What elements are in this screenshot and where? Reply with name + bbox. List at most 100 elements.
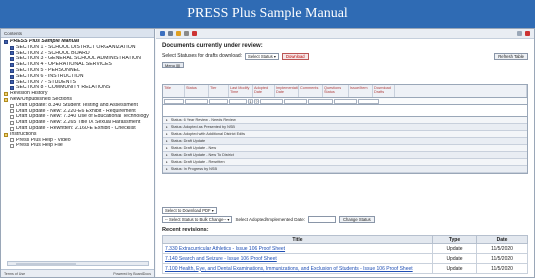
status-group-label: Status: In Progress by NSB — [170, 166, 217, 171]
review-heading: Documents currently under review: — [162, 43, 263, 49]
filter-input[interactable] — [358, 99, 379, 104]
filter-input[interactable] — [185, 99, 208, 104]
filter-input[interactable] — [334, 99, 357, 104]
print-icon[interactable] — [168, 31, 173, 36]
logout-icon[interactable] — [525, 31, 530, 36]
revision-title-link[interactable]: 7.330 Extracurricular Athletics - Issue … — [162, 243, 433, 254]
contents-panel-header: Contents — [1, 29, 154, 38]
adopted-date-input[interactable] — [308, 216, 337, 223]
section-icon — [10, 57, 14, 62]
grid-column-header[interactable] — [395, 85, 527, 97]
home-icon[interactable] — [160, 31, 165, 36]
status-select[interactable]: Select Status ▾ — [245, 52, 279, 60]
help-icon[interactable]: ? — [254, 99, 259, 104]
tree-item[interactable]: Press Plus Help File — [1, 143, 154, 149]
status-select-value: Select Status — [248, 53, 273, 59]
table-row: 7.330 Extracurricular Athletics - Issue … — [162, 243, 528, 254]
expand-icon[interactable]: ▸ — [166, 124, 168, 131]
expand-icon[interactable]: ▸ — [166, 138, 168, 145]
status-group-label: Status: Adopted with Additional District… — [170, 131, 246, 136]
section-icon — [10, 45, 14, 50]
review-grid: Title Status Tier Last Modify Time Adopted D… — [162, 84, 528, 174]
recent-revisions-heading: Recent revisions: — [162, 227, 209, 233]
download-pdf-select[interactable]: Select to Download PDF ▾ — [162, 207, 217, 214]
status-group-label: Status: 6 Year Review - Needs Review — [170, 117, 236, 122]
document-icon — [10, 115, 14, 120]
change-status-button[interactable]: Change Status — [339, 216, 375, 223]
grid-filter-row: 1 ? — [163, 98, 527, 105]
section-icon — [10, 63, 14, 68]
filter-input[interactable] — [284, 99, 307, 104]
contents-horizontal-scrollbar[interactable] — [7, 261, 149, 266]
document-icon — [10, 103, 14, 108]
status-group-row[interactable]: ▸ Status: Draft Update — [163, 138, 527, 145]
expand-icon[interactable]: ▸ — [166, 159, 168, 166]
grid-column-header[interactable]: Adopted Date — [253, 85, 275, 97]
section-icon — [10, 74, 14, 79]
expand-icon[interactable]: ▸ — [166, 166, 168, 173]
section-icon — [10, 51, 14, 56]
document-icon — [10, 109, 14, 114]
status-group-label: Status: Draft Update - New — [170, 145, 217, 150]
app-banner: PRESS Plus Sample Manual — [0, 0, 535, 28]
filter-input[interactable] — [260, 99, 283, 104]
revision-date: 11/5/2020 — [476, 243, 528, 254]
select-statuses-label: Select Statuses for drafts download: — [162, 53, 243, 59]
grid-column-header[interactable]: Status — [185, 85, 209, 97]
grid-column-header[interactable]: Comments — [299, 85, 323, 97]
document-icon — [10, 144, 14, 149]
page-number[interactable]: 1 — [248, 99, 253, 104]
table-row: 7.100 Health, Eye, and Dental Examinatio… — [162, 263, 528, 274]
title-column-header[interactable]: Title — [162, 235, 433, 244]
section-icon — [10, 68, 14, 73]
download-row: Select Statuses for drafts download: Sel… — [162, 52, 528, 60]
bookmark-icon[interactable] — [192, 31, 197, 36]
grid-column-header[interactable]: Last Modify Time — [229, 85, 253, 97]
expand-icon[interactable]: ▸ — [166, 145, 168, 152]
expand-icon[interactable]: ▸ — [166, 131, 168, 138]
section-icon — [10, 86, 14, 91]
grid-column-header[interactable]: Questions Status — [323, 85, 349, 97]
folder-icon — [4, 97, 8, 102]
document-icon — [10, 121, 14, 126]
expand-icon[interactable]: ▸ — [166, 152, 168, 159]
revision-date: 11/5/2020 — [476, 253, 528, 264]
download-pdf-select-value: Select to Download PDF — [165, 208, 211, 213]
date-column-header[interactable]: Date — [476, 235, 528, 244]
grid-column-header[interactable]: Tier — [209, 85, 229, 97]
download-button[interactable]: Download — [282, 52, 309, 60]
search-icon[interactable] — [176, 31, 181, 36]
revision-type: Update — [432, 263, 477, 274]
grid-column-header[interactable]: Implementation Date — [275, 85, 299, 97]
menu-label: Menu — [165, 63, 176, 68]
filter-input[interactable] — [229, 99, 247, 104]
section-icon — [10, 80, 14, 85]
revision-type: Update — [432, 253, 477, 264]
status-group-row[interactable]: ▸ Status: Adopted with Additional Distric… — [163, 131, 527, 138]
expand-icon[interactable]: ▸ — [166, 117, 168, 124]
grid-column-header[interactable]: Download Drafts — [373, 85, 395, 97]
scrollbar-thumb[interactable] — [16, 262, 76, 266]
status-group-row[interactable]: ▸ Status: In Progress by NSB — [163, 166, 527, 173]
contents-panel: Contents PRESS Plus Sample Manual SECTION… — [1, 29, 155, 277]
terms-of-use-link[interactable]: Terms of Use — [4, 270, 25, 277]
bulk-status-select[interactable]: -- Select Status to Bulk Change-- ▾ — [162, 216, 233, 223]
revision-title-link[interactable]: 7.140 Search and Seizure - Issue 106 Pro… — [162, 253, 433, 264]
filter-input[interactable] — [209, 99, 228, 104]
revision-title-link[interactable]: 7.100 Health, Eye, and Dental Examinatio… — [162, 263, 433, 274]
app-title: PRESS Plus Sample Manual — [187, 6, 348, 21]
grid-column-header[interactable]: Issue/Item — [349, 85, 373, 97]
status-group-row[interactable]: ▸ Status: Draft Update - Rewritten — [163, 159, 527, 166]
revision-type: Update — [432, 243, 477, 254]
refresh-table-button[interactable]: Refresh Table — [494, 52, 528, 60]
grid-column-header[interactable]: Title — [163, 85, 185, 97]
filter-input[interactable] — [308, 99, 333, 104]
help-icon[interactable] — [517, 31, 522, 36]
menu-button[interactable]: Menu ▤ — [162, 62, 184, 68]
book-icon — [4, 39, 8, 44]
document-icon — [10, 138, 14, 143]
grid-group-rows: ▸ Status: 6 Year Review - Needs Review ▸ St… — [163, 117, 527, 173]
type-column-header[interactable]: Type — [432, 235, 477, 244]
settings-icon[interactable] — [184, 31, 189, 36]
filter-input[interactable] — [164, 99, 184, 104]
